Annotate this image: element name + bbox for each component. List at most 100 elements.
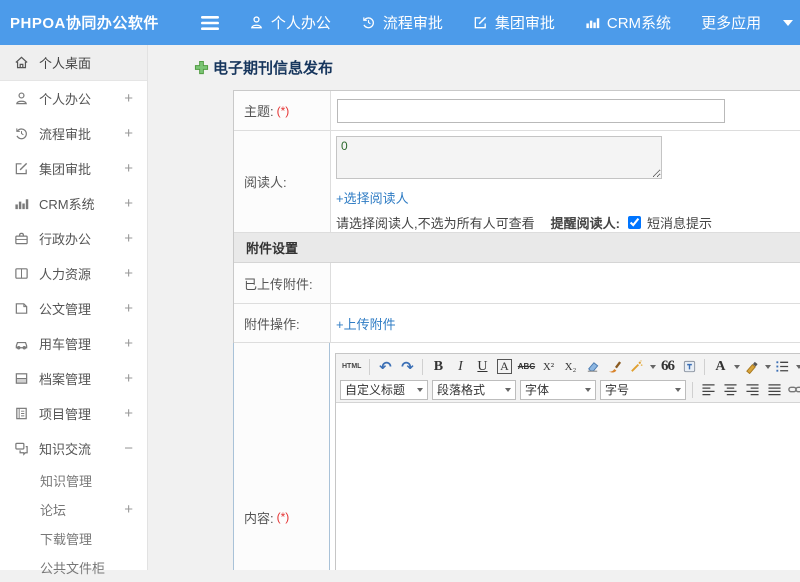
nav-personal-office[interactable]: 个人办公 — [249, 12, 331, 33]
chart-icon — [14, 196, 30, 211]
book-icon — [14, 266, 30, 281]
uploaded-attachments-row: 已上传附件: — [234, 263, 800, 304]
content-row: 内容: (*) HTML ↶ ↷ B I — [234, 343, 800, 570]
toolbar-row-1: HTML ↶ ↷ B I U A ABC X² X₂ — [338, 355, 800, 378]
sidebar-item-project-mgmt[interactable]: 项目管理 + — [0, 396, 147, 431]
chevron-down-icon[interactable] — [796, 365, 800, 369]
sms-notify-checkbox[interactable] — [628, 216, 641, 229]
editor-toolbar: HTML ↶ ↷ B I U A ABC X² X₂ — [336, 354, 800, 403]
sidebar-item-vehicle-mgmt[interactable]: 用车管理 + — [0, 326, 147, 361]
archive-icon — [14, 371, 30, 386]
sidebar-subitem-knowledge-mgmt[interactable]: 知识管理 — [0, 466, 147, 495]
upload-attachment-link[interactable]: +上传附件 — [336, 314, 396, 333]
expand-toggle[interactable]: + — [124, 160, 133, 177]
align-left-icon[interactable] — [698, 380, 718, 400]
expand-toggle[interactable]: + — [124, 90, 133, 107]
select-readers-link[interactable]: +选择阅读人 — [336, 188, 409, 207]
italic-button[interactable]: I — [450, 357, 470, 377]
undo-icon[interactable]: ↶ — [375, 357, 395, 377]
sidebar-item-document-mgmt[interactable]: 公文管理 + — [0, 291, 147, 326]
nav-more-apps[interactable]: 更多应用 — [701, 12, 761, 33]
sidebar-item-personal-office[interactable]: 个人办公 + — [0, 81, 147, 116]
magic-wand-icon[interactable] — [626, 357, 646, 377]
sidebar-subitem-label: 公共文件柜 — [40, 558, 105, 577]
sidebar-item-label: 公文管理 — [39, 299, 91, 318]
chevron-down-icon — [585, 388, 591, 392]
subject-label-cell: 主题: (*) — [234, 91, 331, 130]
paragraph-format-select[interactable]: 段落格式 — [432, 380, 516, 400]
hamburger-menu-icon[interactable] — [201, 16, 219, 30]
nav-label: 个人办公 — [271, 12, 331, 33]
expand-toggle[interactable]: + — [124, 501, 133, 518]
chevron-down-icon[interactable] — [734, 365, 740, 369]
sidebar-item-group-approval[interactable]: 集团审批 + — [0, 151, 147, 186]
strikethrough-button[interactable]: ABC — [516, 357, 536, 377]
collapse-toggle[interactable]: − — [124, 440, 133, 457]
sidebar-item-admin-office[interactable]: 行政办公 + — [0, 221, 147, 256]
nav-workflow-approval[interactable]: 流程审批 — [361, 12, 443, 33]
expand-toggle[interactable]: + — [124, 405, 133, 422]
editor-content-area[interactable] — [336, 403, 800, 570]
chevron-down-icon[interactable] — [765, 365, 771, 369]
insert-link-icon[interactable] — [786, 380, 800, 400]
sidebar-item-hr[interactable]: 人力资源 + — [0, 256, 147, 291]
nav-crm-system[interactable]: CRM系统 — [585, 12, 671, 33]
sidebar-item-crm[interactable]: CRM系统 + — [0, 186, 147, 221]
align-justify-icon[interactable] — [764, 380, 784, 400]
sidebar-subitem-forum[interactable]: 论坛 + — [0, 495, 147, 524]
underline-button[interactable]: U — [472, 357, 492, 377]
blockquote-button[interactable]: 66 — [657, 357, 677, 377]
font-size-select[interactable]: 字号 — [600, 380, 686, 400]
ordered-list-icon[interactable] — [772, 357, 792, 377]
nav-group-approval[interactable]: 集团审批 — [473, 12, 555, 33]
toolbar-separator — [704, 359, 705, 375]
subject-label: 主题: — [244, 101, 274, 120]
toolbar-separator — [692, 382, 693, 398]
expand-toggle[interactable]: + — [124, 370, 133, 387]
home-icon — [14, 55, 30, 70]
expand-toggle[interactable]: + — [124, 125, 133, 142]
attachment-section-header: 附件设置 — [234, 233, 800, 263]
required-mark: (*) — [277, 104, 290, 118]
sidebar-item-label: 流程审批 — [39, 124, 91, 143]
expand-toggle[interactable]: + — [124, 195, 133, 212]
subscript-button[interactable]: X₂ — [560, 357, 580, 377]
font-family-select[interactable]: 字体 — [520, 380, 596, 400]
readers-textarea[interactable]: 0 — [336, 136, 662, 179]
expand-toggle[interactable]: + — [124, 230, 133, 247]
car-icon — [14, 336, 30, 351]
expand-toggle[interactable]: + — [124, 300, 133, 317]
sidebar-item-workflow-approval[interactable]: 流程审批 + — [0, 116, 147, 151]
sidebar-item-knowledge-exchange[interactable]: 知识交流 − — [0, 431, 147, 466]
attachment-section-title: 附件设置 — [246, 238, 298, 257]
sidebar-subitem-download-mgmt[interactable]: 下载管理 — [0, 524, 147, 553]
format-brush-icon[interactable] — [604, 357, 624, 377]
chevron-down-icon[interactable] — [650, 365, 656, 369]
heading-select[interactable]: 自定义标题 — [340, 380, 428, 400]
paste-text-icon[interactable] — [679, 357, 699, 377]
font-select-value: 字体 — [525, 381, 549, 398]
top-nav: 个人办公 流程审批 集团审批 CRM系统 更多应用 — [249, 12, 793, 33]
eraser-icon[interactable] — [582, 357, 602, 377]
chevron-down-icon[interactable] — [783, 20, 793, 26]
expand-toggle[interactable]: + — [124, 335, 133, 352]
align-right-icon[interactable] — [742, 380, 762, 400]
subject-input[interactable] — [337, 99, 725, 123]
remind-readers-label: 提醒阅读人: — [551, 213, 620, 232]
redo-icon[interactable]: ↷ — [397, 357, 417, 377]
bold-button[interactable]: B — [428, 357, 448, 377]
highlight-pen-icon[interactable] — [741, 357, 761, 377]
sidebar-item-archive-mgmt[interactable]: 档案管理 + — [0, 361, 147, 396]
expand-toggle[interactable]: + — [124, 265, 133, 282]
content-label-cell: 内容: (*) — [233, 343, 330, 570]
font-color-button[interactable]: A — [710, 357, 730, 377]
html-source-button[interactable]: HTML — [339, 357, 364, 377]
sidebar-subitem-public-cabinet[interactable]: 公共文件柜 — [0, 553, 147, 582]
sidebar-item-desktop[interactable]: 个人桌面 — [0, 45, 147, 81]
readers-value-cell: 0 +选择阅读人 请选择阅读人,不选为所有人可查看 提醒阅读人: 短消息提示 — [331, 131, 800, 232]
align-center-icon[interactable] — [720, 380, 740, 400]
chevron-down-icon — [417, 388, 423, 392]
sms-notify-label: 短消息提示 — [647, 213, 712, 232]
superscript-button[interactable]: X² — [538, 357, 558, 377]
font-style-button[interactable]: A — [494, 357, 514, 377]
